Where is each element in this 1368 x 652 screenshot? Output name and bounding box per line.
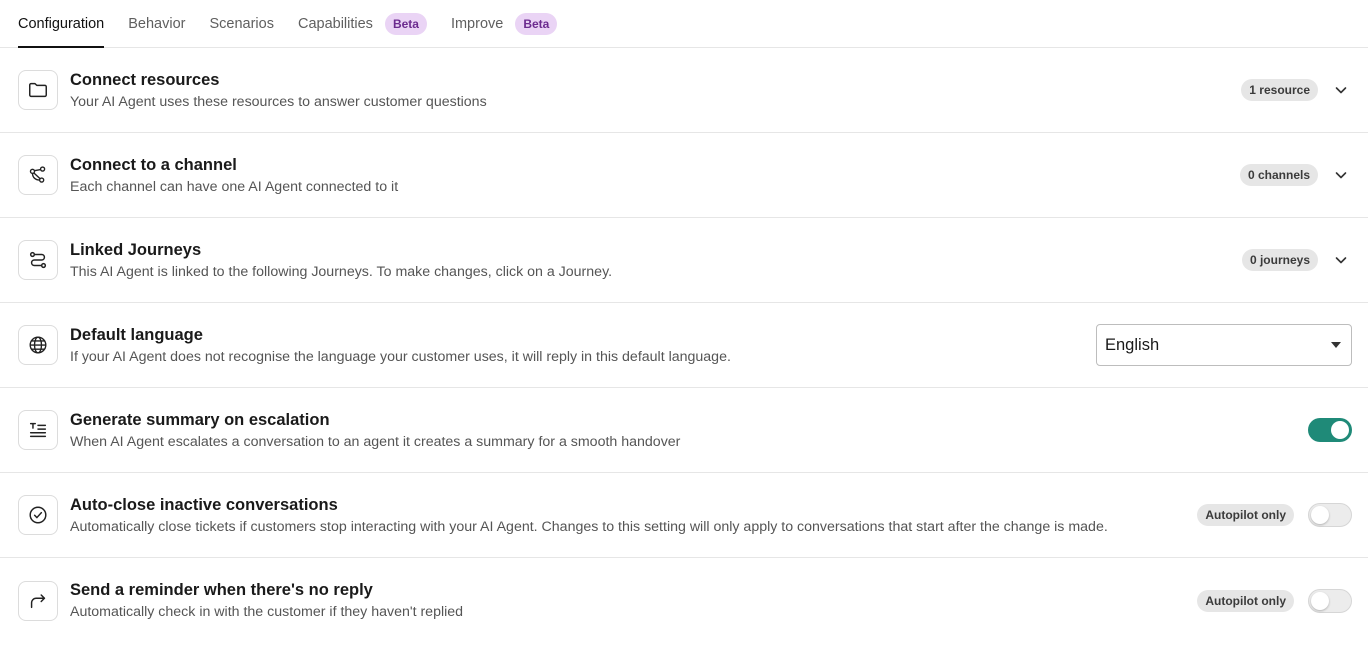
summary-toggle[interactable] xyxy=(1308,418,1352,442)
journey-count-badge: 0 journeys xyxy=(1241,249,1318,271)
row-text: Send a reminder when there's no reply Au… xyxy=(70,579,1197,622)
row-controls xyxy=(1308,418,1352,442)
reminder-toggle[interactable] xyxy=(1308,588,1352,613)
journey-route-icon xyxy=(18,240,58,280)
row-controls: 0 channels xyxy=(1239,164,1352,186)
tab-label: Configuration xyxy=(18,15,105,32)
list-summary-icon xyxy=(18,410,58,450)
redo-arrow-icon xyxy=(18,580,58,621)
tab-capabilities[interactable]: Capabilities Beta xyxy=(298,0,427,47)
resource-count-badge: 1 resource xyxy=(1241,79,1318,101)
row-title: Default language xyxy=(70,325,203,344)
channel-nodes-icon xyxy=(18,155,58,195)
check-circle-icon xyxy=(18,495,58,535)
row-connect-resources[interactable]: Connect resources Your AI Agent uses the… xyxy=(0,48,1368,133)
row-description: When AI Agent escalates a conversation t… xyxy=(70,433,681,450)
row-text: Auto-close inactive conversations Automa… xyxy=(70,494,1197,537)
tab-improve[interactable]: Improve Beta xyxy=(450,0,558,47)
row-title: Auto-close inactive conversations xyxy=(70,495,338,514)
beta-badge: Beta xyxy=(384,12,427,35)
folder-icon xyxy=(18,70,58,110)
row-text: Connect to a channel Each channel can ha… xyxy=(70,154,1240,197)
auto-close-toggle[interactable] xyxy=(1308,503,1352,527)
language-select-value: English xyxy=(1105,335,1160,354)
tab-configuration[interactable]: Configuration xyxy=(18,0,105,48)
tab-bar: Configuration Behavior Scenarios Capabil… xyxy=(0,0,1368,48)
row-title: Send a reminder when there's no reply xyxy=(70,581,373,599)
row-text: Connect resources Your AI Agent uses the… xyxy=(70,69,1241,112)
autopilot-only-badge: Autopilot only xyxy=(1197,589,1294,612)
row-controls: Autopilot only xyxy=(1197,503,1352,527)
tab-behavior[interactable]: Behavior xyxy=(128,0,185,47)
settings-list: Connect resources Your AI Agent uses the… xyxy=(0,48,1368,643)
tab-label: Behavior xyxy=(128,15,186,32)
row-controls: 0 journeys xyxy=(1241,249,1352,271)
row-title: Generate summary on escalation xyxy=(70,410,330,429)
tab-scenarios[interactable]: Scenarios xyxy=(209,0,273,47)
tab-label: Capabilities xyxy=(297,15,373,32)
tab-label: Improve xyxy=(450,15,504,32)
row-title: Connect to a channel xyxy=(70,155,237,174)
row-text: Default language If your AI Agent does n… xyxy=(70,324,1096,367)
row-text: Linked Journeys This AI Agent is linked … xyxy=(70,239,1242,282)
toggle-knob xyxy=(1331,421,1349,439)
row-send-reminder: Send a reminder when there's no reply Au… xyxy=(0,558,1368,643)
globe-icon xyxy=(18,325,58,365)
chevron-down-icon[interactable] xyxy=(1332,81,1350,99)
row-title: Connect resources xyxy=(70,70,220,89)
row-description: If your AI Agent does not recognise the … xyxy=(70,348,731,365)
row-controls: Autopilot only xyxy=(1197,588,1352,613)
row-controls: 1 resource xyxy=(1241,79,1352,101)
row-description: Automatically close tickets if customers… xyxy=(70,518,1108,535)
beta-badge: Beta xyxy=(515,12,558,35)
language-select[interactable]: English xyxy=(1096,324,1352,366)
toggle-knob xyxy=(1311,506,1329,524)
row-description: Your AI Agent uses these resources to an… xyxy=(70,93,487,110)
chevron-down-icon[interactable] xyxy=(1332,251,1350,269)
row-text: Generate summary on escalation When AI A… xyxy=(70,409,1308,452)
caret-down-icon xyxy=(1331,342,1341,348)
row-controls: English xyxy=(1096,324,1352,366)
toggle-knob xyxy=(1311,591,1329,610)
autopilot-only-badge: Autopilot only xyxy=(1197,504,1294,526)
chevron-down-icon[interactable] xyxy=(1332,166,1350,184)
row-description: Automatically check in with the customer… xyxy=(70,604,464,620)
row-connect-channel[interactable]: Connect to a channel Each channel can ha… xyxy=(0,133,1368,218)
row-title: Linked Journeys xyxy=(70,240,202,259)
row-linked-journeys[interactable]: Linked Journeys This AI Agent is linked … xyxy=(0,218,1368,303)
tab-label: Scenarios xyxy=(209,15,274,32)
row-description: Each channel can have one AI Agent conne… xyxy=(70,178,399,195)
channel-count-badge: 0 channels xyxy=(1239,164,1318,186)
row-description: This AI Agent is linked to the following… xyxy=(70,263,613,280)
row-generate-summary: Generate summary on escalation When AI A… xyxy=(0,388,1368,473)
row-auto-close: Auto-close inactive conversations Automa… xyxy=(0,473,1368,558)
row-default-language: Default language If your AI Agent does n… xyxy=(0,303,1368,388)
